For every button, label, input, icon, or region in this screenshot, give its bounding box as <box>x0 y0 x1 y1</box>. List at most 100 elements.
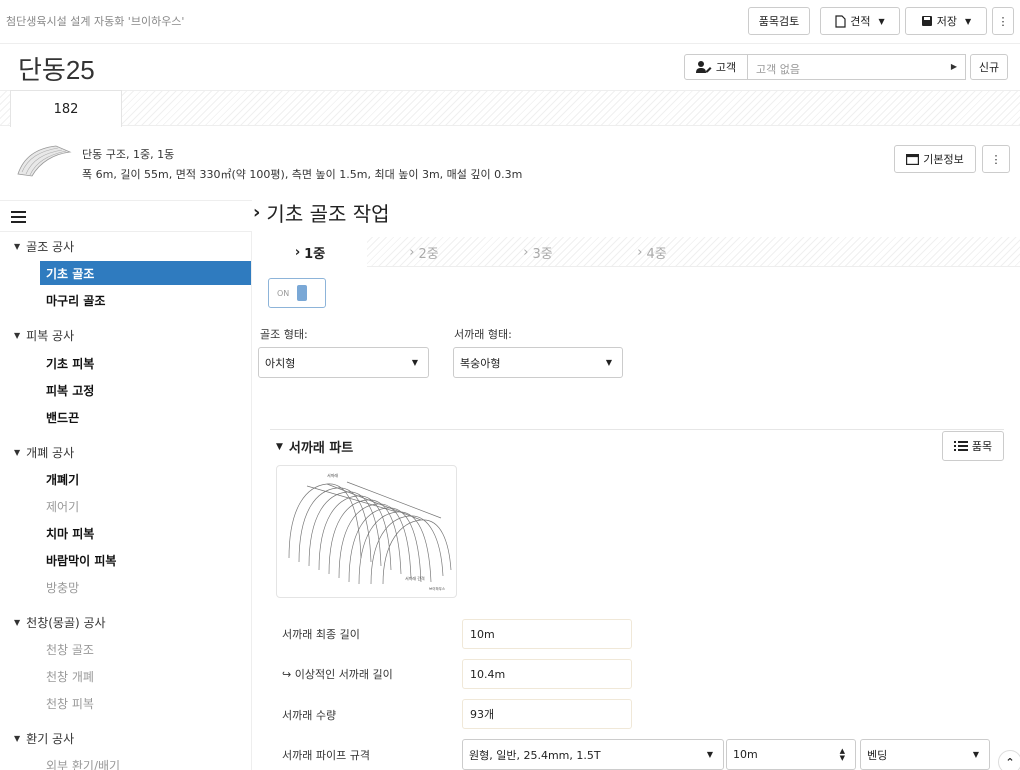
customer-button[interactable]: 고객 <box>684 54 748 80</box>
save-button[interactable]: 저장 ▼ <box>905 7 987 35</box>
field-quantity[interactable]: 93개 <box>462 699 632 729</box>
rafter-diagram: 서까래 서까래 간격 브이하우스 <box>276 465 457 598</box>
layer-toggle[interactable]: ON <box>268 278 326 308</box>
field-label-pipe-spec: 서까래 파이프 규격 <box>282 749 370 762</box>
rafter-type-select[interactable]: 복숭아형 ▼ <box>453 347 623 378</box>
more-icon: ⋮ <box>990 152 1002 166</box>
page-title: 단동25 <box>18 55 95 85</box>
sidebar-item-label: 천창 골조 <box>46 642 94 657</box>
caret-right-icon: ▶ <box>950 62 957 71</box>
caret-down-icon: ▼ <box>14 448 21 457</box>
caret-down-icon: ▼ <box>706 750 713 759</box>
caret-down-icon: ▼ <box>14 242 21 251</box>
tab-layer-1[interactable]: › 1중 <box>253 237 367 267</box>
field-final-length[interactable]: 10m <box>462 619 632 649</box>
part-header[interactable]: ▼ 서까래 파트 <box>276 437 353 456</box>
tab-label: 4중 <box>646 246 667 262</box>
caret-down-icon[interactable]: ▼ <box>879 17 885 26</box>
basic-info-button[interactable]: 기본정보 <box>894 145 976 173</box>
divider <box>270 429 1004 430</box>
items-button[interactable]: 품목 <box>942 431 1004 461</box>
sidebar-item-ventilation[interactable]: 외부 환기/배기 <box>40 753 120 770</box>
field-label-quantity: 서까래 수량 <box>282 709 337 722</box>
chevrons-up-icon: ⌃ <box>1005 755 1015 769</box>
caret-down-icon[interactable]: ▼ <box>965 17 971 26</box>
chevron-right-icon: › <box>637 244 643 260</box>
tab-layer-2[interactable]: › 2중 <box>367 237 481 267</box>
sidebar-item-cover-fix[interactable]: 피복 고정 <box>40 378 94 402</box>
pipe-spec-select[interactable]: 원형, 일반, 25.4mm, 1.5T ▼ <box>462 739 724 770</box>
spinner-icon[interactable]: ▲ ▼ <box>840 747 845 762</box>
field-label-final-length: 서까래 최종 길이 <box>282 628 360 641</box>
sidebar-group-skylight[interactable]: ▼ 천창(몽골) 공사 <box>14 614 106 631</box>
review-button[interactable]: 품목검토 <box>748 7 810 35</box>
tab-label: 3중 <box>532 246 553 262</box>
sidebar-item-skirt-cover[interactable]: 치마 피복 <box>40 521 94 545</box>
summary-line-2: 폭 6m, 길이 55m, 면적 330㎡(약 100평), 측면 높이 1.5… <box>82 168 523 181</box>
pipe-length-value: 10m <box>733 748 758 761</box>
sidebar-group-label: 환기 공사 <box>26 732 75 746</box>
pipe-process-select[interactable]: 벤딩 ▼ <box>860 739 990 770</box>
estimate-button[interactable]: 견적 ▼ <box>820 7 900 35</box>
sidebar-group-label: 골조 공사 <box>26 240 75 254</box>
tab-layer-3[interactable]: › 3중 <box>481 237 595 267</box>
hamburger-icon[interactable] <box>11 210 26 223</box>
sidebar-item-label: 피복 고정 <box>46 383 95 398</box>
sidebar-item-base-frame[interactable]: 기초 골조 <box>40 261 251 285</box>
sidebar-item-windbreak-cover[interactable]: 바람막이 피복 <box>40 548 116 572</box>
customer-label: 고객 <box>715 61 737 74</box>
caret-down-icon: ▼ <box>14 331 21 340</box>
sidebar-item-label: 외부 환기/배기 <box>46 758 121 770</box>
section-title: 기초 골조 작업 <box>266 202 390 226</box>
field-value: 10.4m <box>470 667 506 681</box>
sidebar-item-label: 천창 개폐 <box>46 669 94 684</box>
project-tab-strip <box>0 90 1020 126</box>
new-customer-button[interactable]: 신규 <box>970 54 1008 80</box>
sidebar-item-opener[interactable]: 개폐기 <box>40 467 79 491</box>
rafter-type-label: 서까래 형태: <box>454 328 512 341</box>
app-title: 첨단생육시설 설계 자동화 '브이하우스' <box>6 15 185 28</box>
list-icon <box>953 441 968 451</box>
project-tab[interactable]: 182 <box>10 90 122 127</box>
summary-more-button[interactable]: ⋮ <box>982 145 1010 173</box>
project-tab-label: 182 <box>53 101 79 117</box>
sidebar-group-opening[interactable]: ▼ 개폐 공사 <box>14 444 74 461</box>
sidebar-item-label: 제어기 <box>46 499 80 514</box>
chevron-right-icon: › <box>409 244 415 260</box>
caret-down-icon: ▼ <box>972 750 979 759</box>
pipe-length-input[interactable]: 10m ▲ ▼ <box>726 739 856 770</box>
part-title: 서까래 파트 <box>288 441 354 456</box>
sidebar-item-insect-net[interactable]: 방충망 <box>40 575 79 599</box>
more-menu-button[interactable]: ⋮ <box>992 7 1014 35</box>
document-icon <box>835 14 846 28</box>
customer-placeholder: 고객 없음 <box>756 63 800 76</box>
section-heading: › 기초 골조 작업 <box>253 198 390 227</box>
sidebar-item-label: 밴드끈 <box>46 410 80 425</box>
scroll-top-button[interactable]: ⌃ <box>998 750 1020 770</box>
sidebar-header <box>0 200 252 232</box>
chevron-down-icon: ▼ <box>276 441 283 452</box>
tab-label: 2중 <box>418 246 439 262</box>
sidebar-item-skylight-opener[interactable]: 천창 개폐 <box>40 664 94 688</box>
sidebar-group-cover[interactable]: ▼ 피복 공사 <box>14 327 74 344</box>
frame-type-select[interactable]: 아치형 ▼ <box>258 347 429 378</box>
sidebar-item-end-frame[interactable]: 마구리 골조 <box>40 288 105 312</box>
sidebar-group-ventilation[interactable]: ▼ 환기 공사 <box>14 730 74 747</box>
sidebar-group-frame[interactable]: ▼ 골조 공사 <box>14 238 74 255</box>
caret-down-icon: ▼ <box>605 358 612 367</box>
sidebar <box>0 232 252 770</box>
field-value: 10m <box>470 627 495 641</box>
sidebar-item-skylight-cover[interactable]: 천창 피복 <box>40 691 94 715</box>
sidebar-item-label: 기초 골조 <box>46 266 95 281</box>
top-bar: 첨단생육시설 설계 자동화 '브이하우스' 품목검토 견적 ▼ 저장 ▼ ⋮ <box>0 0 1020 44</box>
sidebar-item-band[interactable]: 밴드끈 <box>40 405 79 429</box>
sidebar-item-base-cover[interactable]: 기초 피복 <box>40 351 94 375</box>
field-value: 93개 <box>470 708 495 721</box>
customer-select[interactable]: 고객 없음 ▶ <box>748 54 966 80</box>
tab-layer-4[interactable]: › 4중 <box>595 237 709 267</box>
sidebar-item-controller[interactable]: 제어기 <box>40 494 79 518</box>
window-icon <box>906 153 920 165</box>
sidebar-item-skylight-frame[interactable]: 천창 골조 <box>40 637 94 661</box>
field-ideal-length[interactable]: 10.4m <box>462 659 632 689</box>
user-edit-icon <box>695 61 712 73</box>
